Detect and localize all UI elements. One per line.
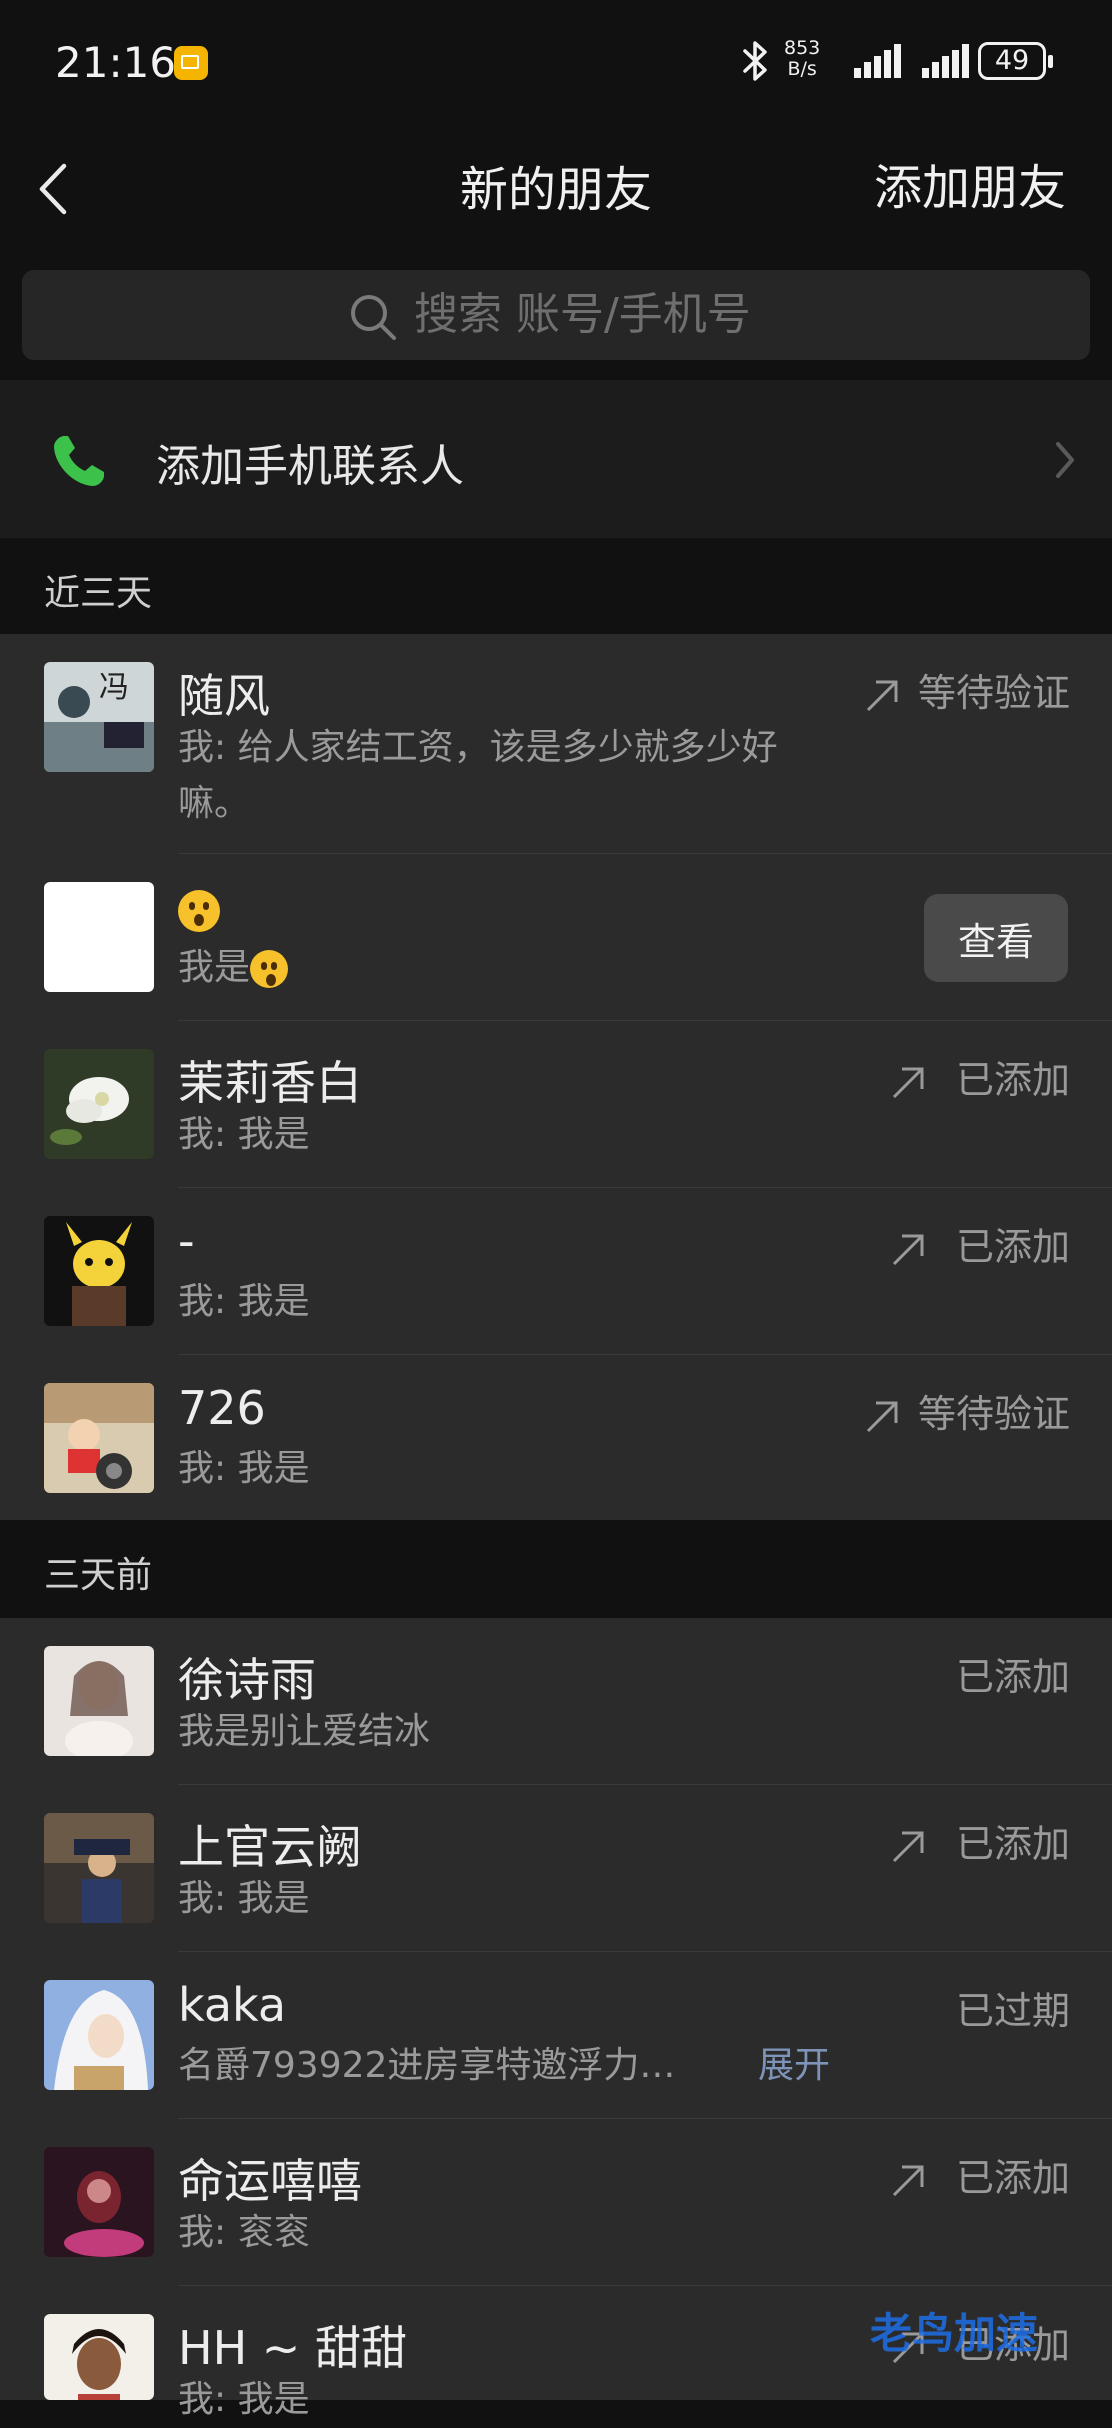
- request-message: 我: 我是: [178, 2379, 310, 2420]
- request-status: 等待验证: [864, 662, 1070, 717]
- avatar: [44, 1646, 154, 1756]
- contact-name: HH ~ 甜甜: [178, 2321, 407, 2375]
- request-message: 我: 我是: [178, 1878, 310, 1919]
- avatar: [44, 2314, 154, 2400]
- list-item[interactable]: - 我: 我是 已添加: [0, 1188, 1112, 1355]
- cell-signal-icon: [854, 44, 901, 78]
- request-message: 名爵793922进房享特邀浮力…: [178, 2045, 676, 2086]
- request-status: 等待验证: [864, 1383, 1070, 1438]
- arrow-up-right-icon: [866, 680, 898, 711]
- list-item[interactable]: 命运嘻嘻 我: 衮衮 已添加: [0, 2119, 1112, 2286]
- avatar: [44, 1813, 154, 1923]
- status-text: 已过期: [955, 1989, 1070, 2033]
- list-item[interactable]: 上官云阙 我: 我是 已添加: [0, 1785, 1112, 1952]
- view-button[interactable]: 查看: [924, 894, 1068, 982]
- arrow-up-right-icon: [866, 1401, 898, 1432]
- contact-name: -: [178, 1214, 195, 1268]
- arrow-up-right-icon: [892, 1067, 924, 1098]
- add-phone-contacts-label: 添加手机联系人: [156, 441, 464, 492]
- arrow-up-right-icon: [892, 1234, 924, 1265]
- status-text: 已添加: [955, 1655, 1070, 1699]
- search-bar[interactable]: [22, 270, 1090, 360]
- contact-name: 726: [178, 1381, 266, 1435]
- avatar: [44, 1049, 154, 1159]
- request-message: 我: 衮衮: [178, 2212, 310, 2253]
- status-text: 等待验证: [917, 671, 1070, 715]
- request-message: 我: 我是: [178, 1448, 310, 1489]
- list-item[interactable]: 徐诗雨 我是别让爱结冰 已添加: [0, 1618, 1112, 1785]
- list-item[interactable]: 726 我: 我是 等待验证: [0, 1355, 1112, 1520]
- contact-name: kaka: [178, 1978, 287, 2032]
- section-header-earlier: 三天前: [0, 1520, 1112, 1616]
- request-message: 我: 我是: [178, 1114, 310, 1155]
- search-icon: [351, 295, 396, 340]
- add-phone-contacts-row[interactable]: 添加手机联系人: [0, 380, 1112, 538]
- status-text: 已添加: [955, 1058, 1070, 1102]
- section-title: 近三天: [44, 573, 153, 614]
- list-item[interactable]: 冯 随风 我: 给人家结工资，该是多少就多少好嘛。 等待验证: [0, 634, 1112, 854]
- status-time: 21:16: [55, 38, 177, 87]
- status-text: 已添加: [955, 2156, 1070, 2200]
- list-item[interactable]: kaka 名爵793922进房享特邀浮力… 展开 已过期: [0, 1952, 1112, 2119]
- nav-bar: 新的朋友 添加朋友: [0, 120, 1112, 260]
- contact-name: 徐诗雨: [178, 1653, 316, 1707]
- status-text: 已添加: [955, 1225, 1070, 1269]
- avatar: [44, 1383, 154, 1493]
- astonished-emoji-icon: [178, 889, 220, 932]
- section-header-recent: 近三天: [0, 538, 1112, 634]
- network-speed: 853 B/s: [784, 38, 820, 80]
- request-message: 我: 给人家结工资，该是多少就多少好嘛。: [178, 727, 778, 824]
- battery-indicator: 49: [978, 42, 1053, 80]
- contact-name: 命运嘻嘻: [178, 2154, 362, 2208]
- avatar: 冯: [44, 662, 154, 772]
- list-item[interactable]: 我是 查看: [0, 854, 1112, 1021]
- status-text: 已添加: [955, 1822, 1070, 1866]
- friend-request-list-recent: 冯 随风 我: 给人家结工资，该是多少就多少好嘛。 等待验证 我是 查看 茉莉香…: [0, 634, 1112, 1520]
- section-title: 三天前: [44, 1555, 153, 1596]
- expand-link[interactable]: 展开: [758, 2038, 830, 2094]
- request-status: 已添加: [890, 1813, 1070, 1868]
- phone-icon: [54, 436, 104, 486]
- request-status: 已添加: [890, 2147, 1070, 2202]
- avatar: [44, 1216, 154, 1326]
- cell-signal-2-icon: [922, 44, 969, 78]
- bluetooth-icon: [743, 41, 767, 81]
- list-item[interactable]: 茉莉香白 我: 我是 已添加: [0, 1021, 1112, 1188]
- request-message: 我是别让爱结冰: [178, 1711, 431, 1752]
- astonished-emoji-icon: [250, 950, 289, 988]
- contact-name: [178, 880, 220, 934]
- request-status: 已过期: [956, 1980, 1070, 2035]
- chevron-right-icon: [1056, 442, 1074, 478]
- network-speed-value: 853: [784, 37, 821, 59]
- contact-name: 茉莉香白: [178, 1056, 362, 1110]
- status-bar: 21:16 853 B/s 49: [0, 0, 1112, 120]
- status-text: 等待验证: [917, 1392, 1070, 1436]
- avatar: [44, 2147, 154, 2257]
- svg-text:冯: 冯: [99, 670, 129, 705]
- avatar: [44, 1980, 154, 2090]
- request-status: 已添加: [890, 1049, 1070, 1104]
- friend-request-list-earlier: 徐诗雨 我是别让爱结冰 已添加 上官云阙 我: 我是 已添加 kaka 名爵79…: [0, 1618, 1112, 2420]
- arrow-up-right-icon: [892, 1831, 924, 1862]
- add-friend-button[interactable]: 添加朋友: [874, 148, 1066, 218]
- request-status: 已添加: [956, 1646, 1070, 1701]
- search-input[interactable]: [414, 284, 1014, 344]
- watermark-logo: 老鸟加速: [870, 2309, 1039, 2358]
- network-speed-unit: B/s: [787, 58, 817, 80]
- contact-name: 上官云阙: [178, 1820, 362, 1874]
- request-message: 我: 我是: [178, 1281, 310, 1322]
- avatar: [44, 882, 154, 992]
- request-status: 已添加: [890, 1216, 1070, 1271]
- request-message-text: 我是: [178, 947, 251, 988]
- contact-name: 随风: [178, 669, 270, 723]
- request-message: 我是: [178, 940, 289, 996]
- arrow-up-right-icon: [892, 2165, 924, 2196]
- message-notification-icon: [174, 46, 208, 80]
